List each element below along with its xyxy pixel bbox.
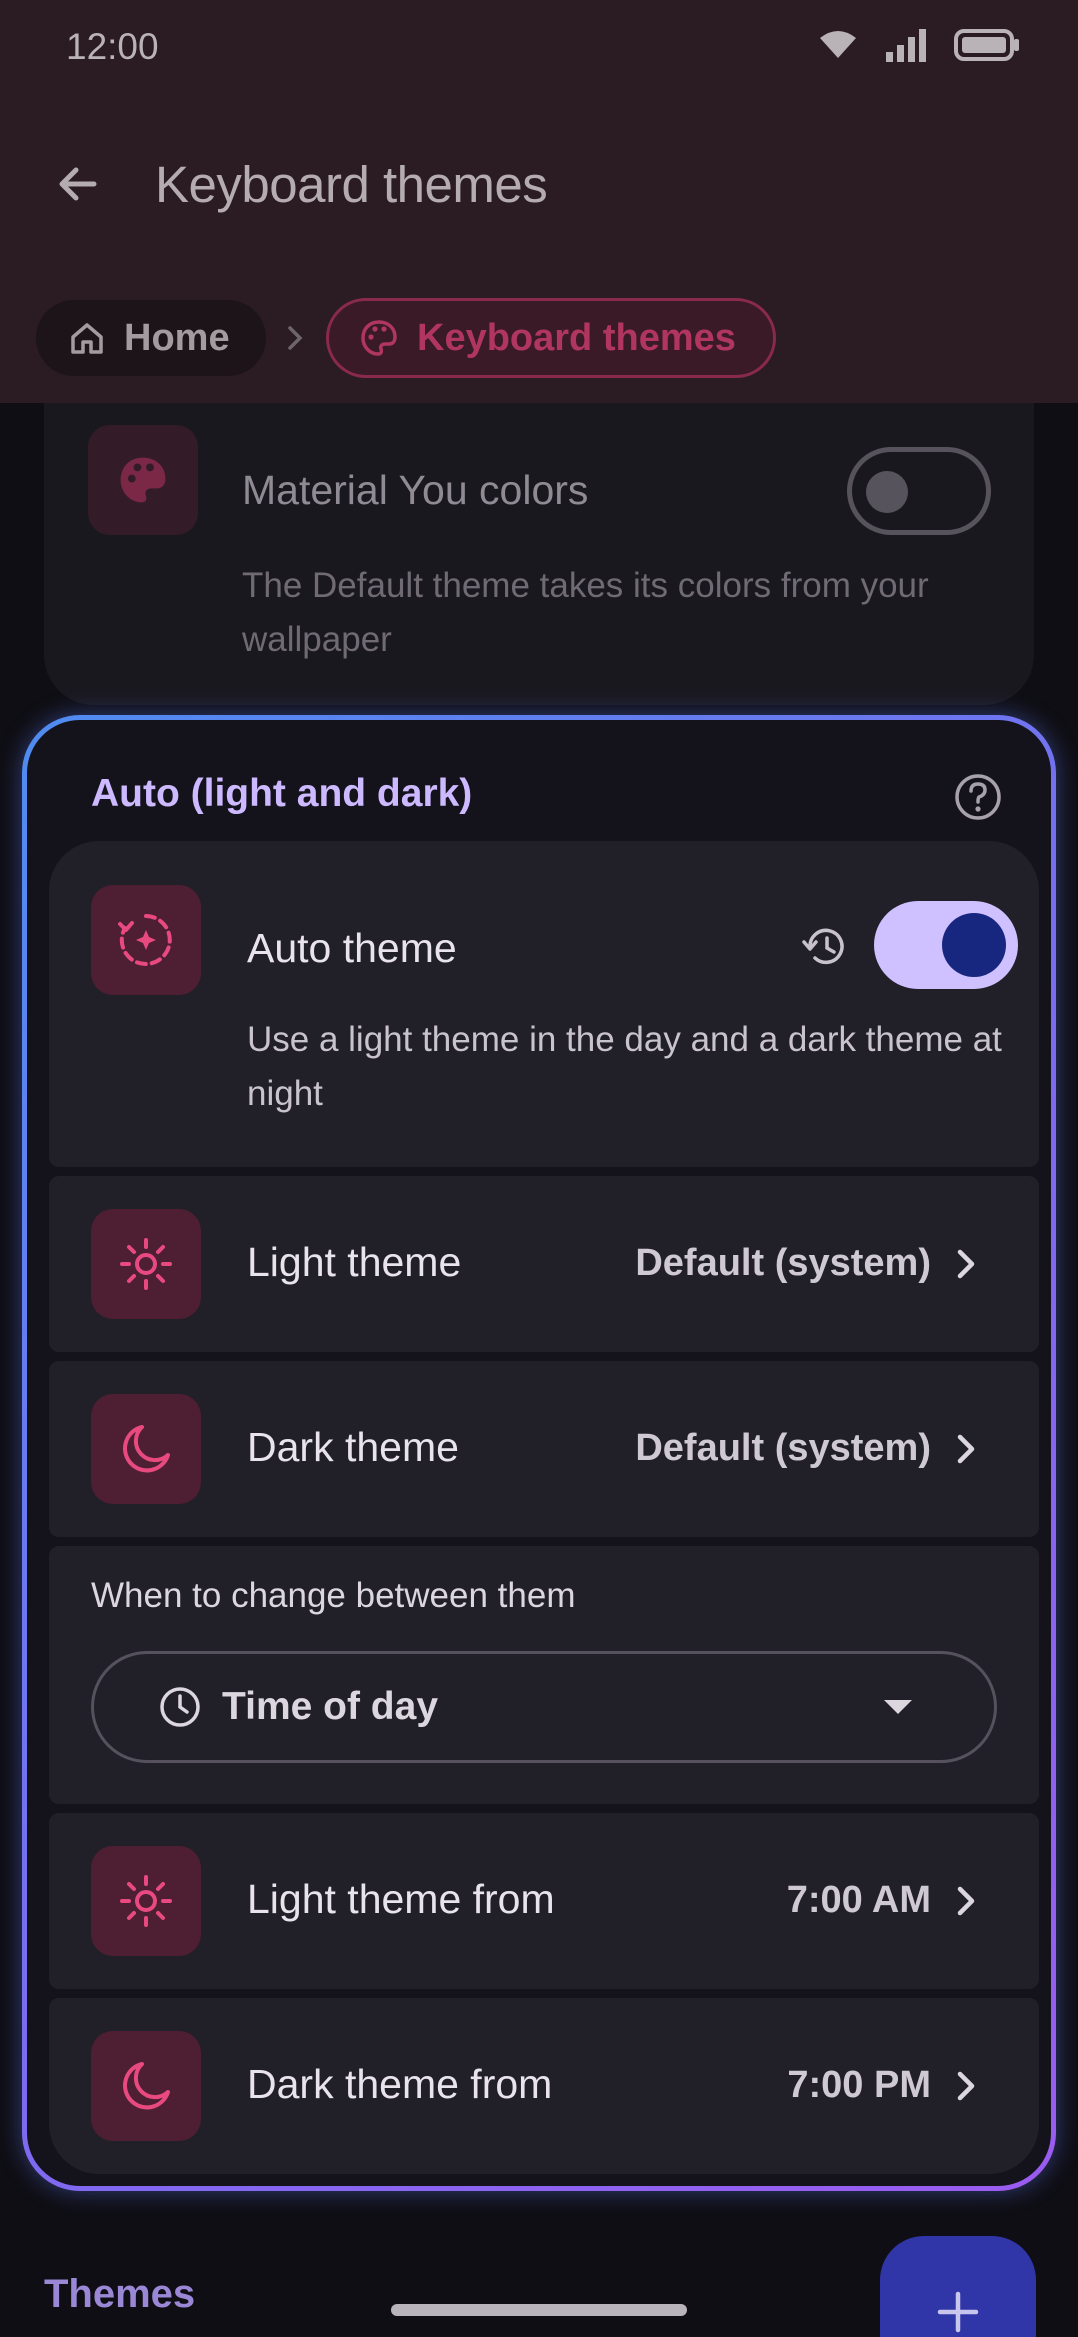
- home-icon: [71, 323, 103, 354]
- dark-theme-label: Dark theme: [247, 1424, 459, 1470]
- dark-from-value: 7:00 PM: [787, 2064, 931, 2106]
- dark-theme-value: Default (system): [635, 1427, 931, 1469]
- sun-icon: [120, 1875, 172, 1927]
- material-you-icon-tile: [88, 425, 198, 535]
- light-from-value: 7:00 AM: [786, 1879, 931, 1921]
- status-icons: [818, 28, 1020, 62]
- chevron-right-icon: [957, 1886, 975, 1916]
- schedule-selected: Time of day: [222, 1685, 439, 1728]
- light-from-icon-tile: [91, 1846, 201, 1956]
- clock-icon: [160, 1687, 200, 1727]
- help-icon[interactable]: [953, 772, 1003, 822]
- light-from-row[interactable]: Light theme from 7:00 AM: [49, 1813, 1039, 1989]
- add-theme-button[interactable]: [880, 2236, 1036, 2337]
- auto-theme-toggle[interactable]: [874, 901, 1018, 989]
- chevron-right-icon: [957, 1249, 975, 1279]
- auto-section-header: Auto (light and dark): [91, 772, 473, 815]
- dark-theme-icon-tile: [91, 1394, 201, 1504]
- breadcrumb-current[interactable]: Keyboard themes: [326, 298, 776, 378]
- status-time: 12:00: [66, 26, 159, 67]
- signal-icon: [886, 29, 926, 62]
- history-icon[interactable]: [801, 923, 849, 971]
- plus-icon: [937, 2291, 979, 2333]
- toggle-knob: [942, 913, 1006, 977]
- moon-icon: [123, 1425, 170, 1473]
- auto-theme-icon: [118, 914, 172, 966]
- auto-theme-row[interactable]: Auto theme Use a light theme in the day …: [49, 841, 1039, 1167]
- light-theme-value: Default (system): [635, 1242, 931, 1284]
- light-theme-row[interactable]: Light theme Default (system): [49, 1176, 1039, 1352]
- light-theme-icon-tile: [91, 1209, 201, 1319]
- dark-from-row[interactable]: Dark theme from 7:00 PM: [49, 1998, 1039, 2174]
- status-bar: 12:00: [0, 0, 1078, 96]
- palette-icon: [120, 457, 166, 503]
- auto-section-frame: Auto (light and dark) Auto theme Use a l…: [22, 715, 1056, 2191]
- dark-from-icon-tile: [91, 2031, 201, 2141]
- material-you-card[interactable]: Material You colors The Default theme ta…: [44, 403, 1034, 705]
- schedule-dropdown[interactable]: Time of day: [91, 1651, 997, 1763]
- sun-icon: [120, 1238, 172, 1290]
- arrow-back-icon: [59, 167, 97, 201]
- auto-section: Auto (light and dark) Auto theme Use a l…: [27, 720, 1051, 2186]
- home-indicator[interactable]: [391, 2304, 687, 2316]
- moon-icon: [123, 2062, 170, 2110]
- material-you-subtitle: The Default theme takes its colors from …: [242, 566, 929, 659]
- light-theme-label: Light theme: [247, 1239, 462, 1285]
- auto-theme-subtitle: Use a light theme in the day and a dark …: [247, 1020, 1002, 1113]
- battery-icon: [954, 29, 1019, 61]
- dark-from-label: Dark theme from: [247, 2061, 553, 2107]
- auto-theme-icon-tile: [91, 885, 201, 995]
- auto-theme-title: Auto theme: [247, 925, 457, 971]
- dark-theme-row[interactable]: Dark theme Default (system): [49, 1361, 1039, 1537]
- material-you-toggle[interactable]: [847, 447, 991, 535]
- chevron-right-icon: [288, 326, 303, 350]
- top-app-bar: 12:00 Keyboard themes Home Keyboard them…: [0, 0, 1078, 403]
- material-you-title: Material You colors: [242, 467, 589, 513]
- schedule-label: When to change between them: [91, 1576, 576, 1615]
- breadcrumb-home-label: Home: [124, 316, 230, 359]
- breadcrumb-home[interactable]: Home: [36, 300, 266, 376]
- page-title: Keyboard themes: [155, 156, 548, 213]
- wifi-icon: [820, 31, 856, 58]
- schedule-row: When to change between them Time of day: [49, 1546, 1039, 1804]
- light-from-label: Light theme from: [247, 1876, 555, 1922]
- palette-icon: [361, 320, 397, 356]
- dropdown-arrow-icon: [884, 1700, 912, 1714]
- chevron-right-icon: [957, 2071, 975, 2101]
- breadcrumb-current-label: Keyboard themes: [417, 316, 736, 359]
- chevron-right-icon: [957, 1434, 975, 1464]
- themes-section-header: Themes: [44, 2272, 196, 2316]
- toggle-knob: [866, 471, 908, 513]
- back-button[interactable]: [46, 152, 110, 216]
